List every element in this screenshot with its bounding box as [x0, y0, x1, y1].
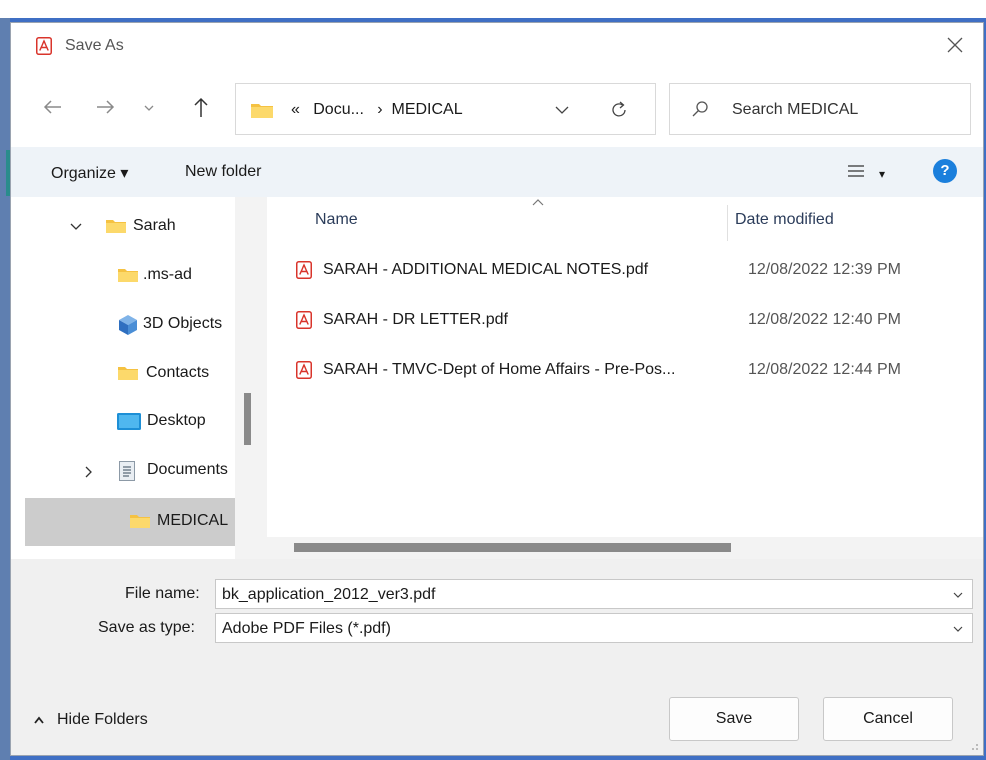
help-icon[interactable]: ? [933, 159, 957, 183]
refresh-icon[interactable] [608, 99, 630, 121]
tree-item-label: .ms-ad [143, 266, 192, 283]
navigation-pane-scrollbar[interactable] [235, 197, 267, 559]
organize-button[interactable]: Organize ▾ [51, 163, 128, 183]
documents-icon [119, 461, 135, 481]
breadcrumb-separator: › [377, 101, 383, 118]
column-header-date-modified[interactable]: Date modified [735, 211, 834, 229]
search-box[interactable]: Search MEDICAL [669, 83, 971, 135]
tree-item-label: Sarah [133, 217, 176, 234]
folder-icon [106, 220, 126, 233]
chevron-down-icon[interactable] [69, 221, 83, 233]
chevron-down-icon[interactable] [554, 103, 570, 117]
folder-icon [130, 515, 150, 528]
tree-item-label: MEDICAL [157, 512, 229, 529]
search-placeholder: Search MEDICAL [732, 101, 859, 118]
breadcrumb-parent[interactable]: Docu... [313, 101, 364, 118]
chevron-down-icon[interactable] [952, 589, 964, 601]
dialog-footer: Hide Folders Save Cancel [11, 657, 983, 755]
title-bar: Save As [11, 23, 983, 75]
chevron-right-icon[interactable] [83, 465, 95, 479]
file-list-scrollbar[interactable] [267, 537, 983, 559]
address-path: « Docu... › MEDICAL [291, 101, 463, 119]
pdf-file-icon [296, 311, 312, 329]
address-bar[interactable]: « Docu... › MEDICAL [235, 83, 656, 135]
resize-grip-icon[interactable] [969, 741, 979, 751]
cancel-button[interactable]: Cancel [823, 697, 953, 741]
pdf-file-icon [296, 261, 312, 279]
tree-item-sarah[interactable]: Sarah [25, 203, 235, 251]
pdf-app-icon [36, 37, 52, 55]
file-name: SARAH - TMVC-Dept of Home Affairs - Pre-… [323, 361, 676, 378]
pdf-file-icon [296, 361, 312, 379]
file-row[interactable]: SARAH - TMVC-Dept of Home Affairs - Pre-… [267, 347, 983, 395]
scrollbar-thumb[interactable] [294, 543, 731, 552]
search-icon [692, 101, 708, 117]
tree-item-label: Documents [147, 461, 228, 478]
file-list: Name Date modified SARAH - ADDITIONAL ME… [267, 197, 983, 559]
tree-item-medical[interactable]: MEDICAL [25, 498, 235, 546]
file-row[interactable]: SARAH - ADDITIONAL MEDICAL NOTES.pdf 12/… [267, 247, 983, 295]
file-row[interactable]: SARAH - DR LETTER.pdf 12/08/2022 12:40 P… [267, 297, 983, 345]
scrollbar-thumb[interactable] [244, 393, 251, 445]
file-name: SARAH - ADDITIONAL MEDICAL NOTES.pdf [323, 261, 649, 278]
file-date: 12/08/2022 12:44 PM [748, 361, 902, 378]
chevron-down-icon[interactable] [952, 623, 964, 635]
folder-icon [118, 269, 138, 282]
tree-item-desktop[interactable]: Desktop [25, 398, 235, 446]
file-name: SARAH - DR LETTER.pdf [323, 311, 508, 328]
file-date: 12/08/2022 12:39 PM [748, 261, 902, 278]
tree-item-label: Desktop [147, 412, 206, 429]
hide-folders-label: Hide Folders [57, 711, 148, 728]
sort-ascending-icon [532, 199, 544, 206]
chevron-up-icon [34, 716, 44, 724]
command-bar: Organize ▾ New folder ▾ [11, 147, 983, 197]
background-window-strip [0, 0, 986, 18]
view-options-caret[interactable]: ▾ [879, 167, 885, 181]
save-button[interactable]: Save [669, 697, 799, 741]
save-as-type-value: Adobe PDF Files (*.pdf) [222, 620, 391, 637]
close-icon[interactable] [945, 35, 965, 55]
breadcrumb-overflow[interactable]: « [291, 101, 300, 118]
tree-item-documents[interactable]: Documents [25, 447, 235, 495]
save-as-dialog: Save As « Docu... › MEDICAL Search MEDIC… [10, 22, 984, 756]
tree-item-label: 3D Objects [143, 315, 223, 332]
recent-locations-chevron-icon[interactable] [135, 93, 163, 121]
file-date: 12/08/2022 12:40 PM [748, 311, 902, 328]
column-header-name[interactable]: Name [315, 211, 358, 229]
folder-icon [118, 367, 138, 380]
column-divider[interactable] [727, 205, 728, 241]
forward-arrow-icon[interactable] [91, 93, 119, 121]
tree-item-label: Contacts [146, 364, 210, 381]
up-arrow-icon[interactable] [187, 93, 215, 121]
dialog-title: Save As [65, 37, 124, 54]
navigation-pane: Sarah .ms-ad 3D Objects Contacts Desktop… [11, 197, 235, 559]
background-window-edge [0, 18, 10, 760]
tree-item-contacts[interactable]: Contacts [25, 350, 235, 398]
tree-item-ms-ad[interactable]: .ms-ad [25, 252, 235, 300]
folder-icon [251, 104, 273, 118]
back-arrow-icon[interactable] [39, 93, 67, 121]
save-as-type-label: Save as type: [98, 619, 195, 636]
cube-icon [119, 315, 137, 335]
file-name-field[interactable]: bk_application_2012_ver3.pdf [215, 579, 973, 609]
breadcrumb-current[interactable]: MEDICAL [392, 101, 463, 118]
desktop-icon [117, 413, 141, 430]
file-name-value[interactable]: bk_application_2012_ver3.pdf [222, 586, 436, 604]
save-as-type-select[interactable]: Adobe PDF Files (*.pdf) [215, 613, 973, 643]
tree-item-3d-objects[interactable]: 3D Objects [25, 301, 235, 349]
save-options-panel: File name: bk_application_2012_ver3.pdf … [11, 559, 983, 657]
file-name-label: File name: [125, 585, 200, 602]
new-folder-button[interactable]: New folder [185, 163, 261, 181]
view-options-icon[interactable] [847, 163, 865, 179]
